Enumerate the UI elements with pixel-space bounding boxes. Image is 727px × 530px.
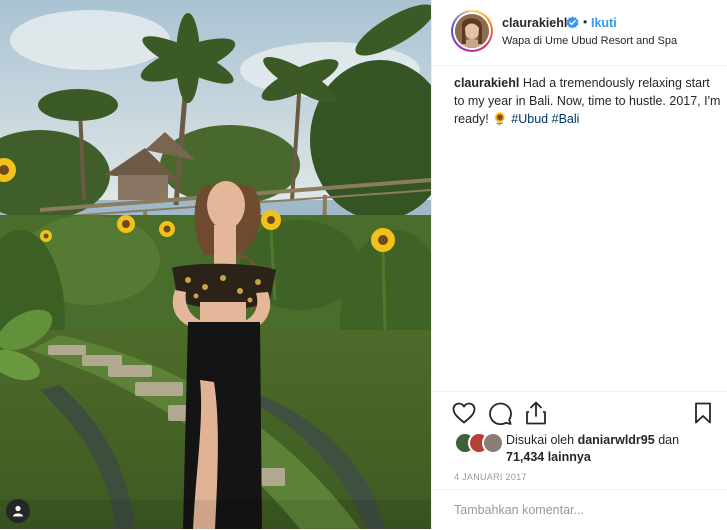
comment-box xyxy=(432,489,727,530)
post-date[interactable]: 4 JANUARI 2017 xyxy=(454,472,527,482)
heart-icon[interactable] xyxy=(452,402,476,424)
caption-username[interactable]: claurakiehl xyxy=(454,76,519,90)
sunflower-emoji: 🌻 xyxy=(492,112,508,126)
garden-photo xyxy=(0,0,431,529)
avatar-image xyxy=(455,14,489,48)
liker-avatars xyxy=(454,432,504,454)
post-header: claurakiehl • Ikuti Wapa di Ume Ubud Res… xyxy=(432,0,727,66)
hashtag-bali[interactable]: #Bali xyxy=(552,112,580,126)
location-link[interactable]: Wapa di Ume Ubud Resort and Spa xyxy=(502,35,677,47)
liker-avatar[interactable] xyxy=(482,432,504,454)
share-icon[interactable] xyxy=(525,401,547,425)
user-icon xyxy=(13,505,23,517)
bookmark-icon[interactable] xyxy=(694,402,712,424)
separator-dot: • xyxy=(583,15,588,29)
avatar[interactable] xyxy=(451,10,493,52)
likes-summary: Disukai oleh daniarwldr95 dan 71,434 lai… xyxy=(506,432,716,466)
likes-connector: dan xyxy=(658,433,680,447)
verified-badge-icon xyxy=(566,16,579,29)
post-photo[interactable] xyxy=(0,0,431,529)
post-sidebar: claurakiehl • Ikuti Wapa di Ume Ubud Res… xyxy=(431,0,727,529)
post-actions: Disukai oleh daniarwldr95 dan 71,434 lai… xyxy=(432,391,727,529)
hashtag-ubud[interactable]: #Ubud xyxy=(511,112,548,126)
post-caption: claurakiehl Had a tremendously relaxing … xyxy=(454,74,722,128)
follow-button[interactable]: Ikuti xyxy=(591,16,617,30)
post-username[interactable]: claurakiehl xyxy=(502,16,567,30)
comment-bubble-icon[interactable] xyxy=(489,402,512,425)
liker-username[interactable]: daniarwldr95 xyxy=(578,433,655,447)
likes-prefix: Disukai oleh xyxy=(506,433,575,447)
likes-others-link[interactable]: 71,434 lainnya xyxy=(506,450,591,464)
comment-input[interactable] xyxy=(452,502,711,518)
user-tag-button[interactable] xyxy=(6,499,30,523)
